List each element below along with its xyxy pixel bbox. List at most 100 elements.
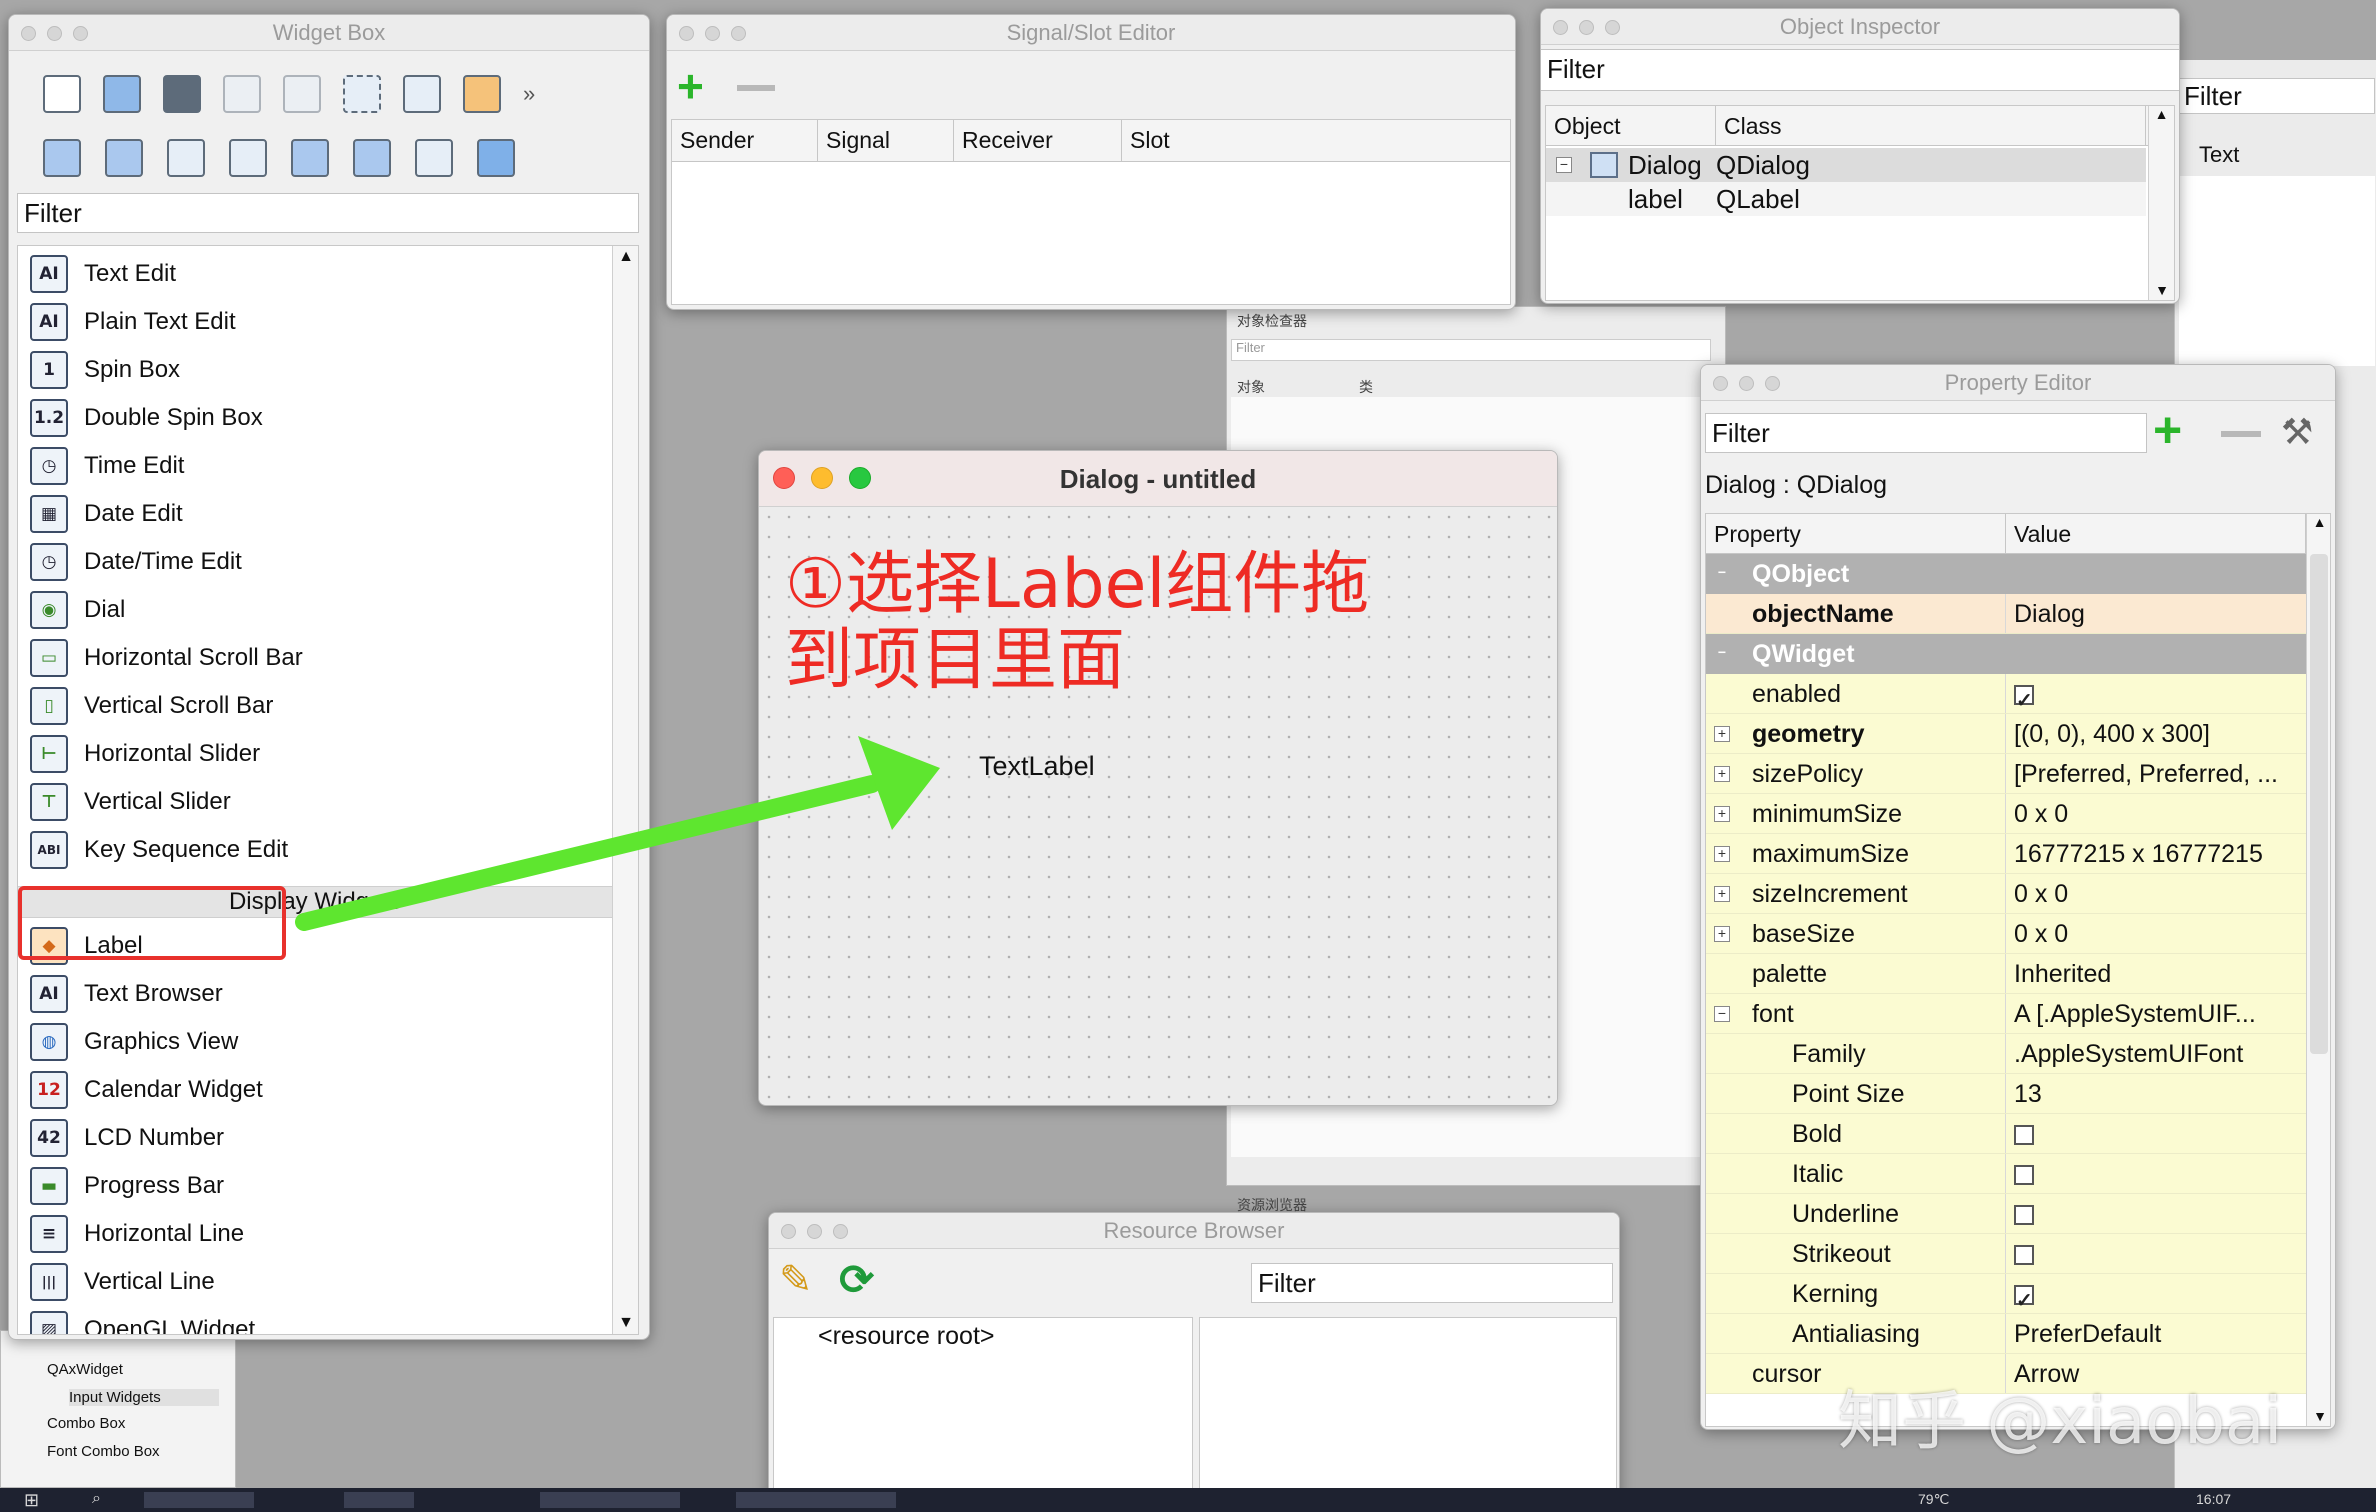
start-icon[interactable]: ⊞ (24, 1490, 39, 1511)
break-layout-icon[interactable] (415, 139, 453, 177)
property-row[interactable]: + maximumSize 16777215 x 16777215 (1706, 834, 2306, 874)
search-icon[interactable]: ⌕ (92, 1490, 101, 1508)
scroll-down-arrow-icon[interactable]: ▼ (2149, 282, 2175, 298)
property-row[interactable]: Point Size 13 (1706, 1074, 2306, 1114)
property-row[interactable]: + geometry [(0, 0), 400 x 300] (1706, 714, 2306, 754)
side-filter[interactable]: Filter (2179, 78, 2375, 114)
property-row[interactable]: Italic (1706, 1154, 2306, 1194)
property-row[interactable]: enabled (1706, 674, 2306, 714)
object-filter-input[interactable]: Filter (1541, 49, 2179, 91)
signal-slot-titlebar[interactable]: Signal/Slot Editor (667, 15, 1515, 51)
list-item[interactable]: QAxWidget (47, 1361, 123, 1378)
widget-item-horizontal-slider[interactable]: ⊢ Horizontal Slider (30, 730, 260, 778)
property-row[interactable]: Antialiasing PreferDefault (1706, 1314, 2306, 1354)
widget-item-text-browser[interactable]: AI Text Browser (30, 970, 223, 1018)
more-icon[interactable]: » (523, 75, 535, 113)
resource-filter-input[interactable]: Filter (1251, 1263, 1613, 1303)
collapse-icon[interactable]: − (1714, 565, 1730, 582)
widget-list-scrollbar[interactable]: ▲ ▼ (612, 246, 638, 1334)
property-row[interactable]: + sizeIncrement 0 x 0 (1706, 874, 2306, 914)
property-value-cell[interactable] (2006, 1234, 2306, 1273)
resource-root-item[interactable]: <resource root> (818, 1322, 995, 1351)
property-row[interactable]: Kerning (1706, 1274, 2306, 1314)
print-icon[interactable] (103, 75, 141, 113)
collapse-icon[interactable]: − (1556, 157, 1572, 173)
widget-item-key-sequence-edit[interactable]: ABI Key Sequence Edit (30, 826, 288, 874)
widget-item-lcd-number[interactable]: 42 LCD Number (30, 1114, 224, 1162)
expand-icon[interactable]: + (1714, 846, 1730, 862)
widget-filter-input[interactable]: Filter (17, 193, 639, 233)
scroll-down-arrow-icon[interactable]: ▼ (613, 1314, 638, 1332)
property-value-cell[interactable]: 0 x 0 (2006, 794, 2306, 833)
scroll-up-arrow-icon[interactable]: ▲ (613, 248, 638, 266)
property-value-cell[interactable]: 0 x 0 (2006, 874, 2306, 913)
object-inspector-titlebar[interactable]: Object Inspector (1541, 9, 2179, 45)
window-controls[interactable] (781, 1224, 848, 1239)
widget-item-date-edit[interactable]: ▦ Date Edit (30, 490, 183, 538)
scroll-thumb[interactable] (2310, 554, 2328, 1054)
property-editor-titlebar[interactable]: Property Editor (1701, 365, 2335, 401)
taskbar-app-icon[interactable] (540, 1492, 680, 1508)
expand-icon[interactable]: + (1714, 926, 1730, 942)
widget-box-titlebar[interactable]: Widget Box (9, 15, 649, 51)
taskbar-app-icon[interactable] (144, 1492, 254, 1508)
column-object[interactable]: Object (1546, 106, 1716, 145)
property-value-cell[interactable]: 16777215 x 16777215 (2006, 834, 2306, 873)
property-checkbox[interactable] (2014, 1281, 2034, 1313)
expand-icon[interactable]: + (1714, 806, 1730, 822)
widget-item-horizontal-line[interactable]: ≡ Horizontal Line (30, 1210, 244, 1258)
property-row[interactable]: Strikeout (1706, 1234, 2306, 1274)
property-value-cell[interactable]: .AppleSystemUIFont (2006, 1034, 2306, 1073)
widget-item-vertical-scroll-bar[interactable]: ▯ Vertical Scroll Bar (30, 682, 273, 730)
widget-item-plain-text-edit[interactable]: AI Plain Text Edit (30, 298, 236, 346)
window-controls[interactable] (1713, 376, 1780, 391)
taskbar-app-icon[interactable] (344, 1492, 414, 1508)
property-row[interactable]: + minimumSize 0 x 0 (1706, 794, 2306, 834)
scroll-down-arrow-icon[interactable]: ▼ (2307, 1408, 2330, 1424)
taskbar-app-icon[interactable] (736, 1492, 896, 1508)
property-row[interactable]: Bold (1706, 1114, 2306, 1154)
window-controls[interactable] (1553, 20, 1620, 35)
splitter-vertical-icon[interactable] (229, 139, 267, 177)
property-row[interactable]: − font A [.AppleSystemUIF... (1706, 994, 2306, 1034)
widget-item-horizontal-scroll-bar[interactable]: ▭ Horizontal Scroll Bar (30, 634, 303, 682)
column-sender[interactable]: Sender (672, 120, 818, 161)
expand-icon[interactable]: + (1714, 726, 1730, 742)
list-item[interactable]: Font Combo Box (47, 1443, 160, 1460)
property-value-cell[interactable] (2006, 674, 2306, 713)
scroll-up-arrow-icon[interactable]: ▲ (2149, 106, 2174, 122)
widget-item-calendar-widget[interactable]: 12 Calendar Widget (30, 1066, 263, 1114)
property-value-cell[interactable]: 0 x 0 (2006, 914, 2306, 953)
edit-resources-pencil-icon[interactable]: ✎ (779, 1257, 813, 1303)
save-icon[interactable] (163, 75, 201, 113)
property-row[interactable]: Underline (1706, 1194, 2306, 1234)
property-table-scrollbar[interactable]: ▲ ▼ (2306, 514, 2330, 1426)
collapse-icon[interactable]: − (1714, 1006, 1730, 1022)
widget-item-opengl-widget[interactable]: ▨ OpenGL Widget (30, 1306, 255, 1334)
layout-form-icon[interactable] (353, 139, 391, 177)
property-row[interactable]: objectName Dialog (1706, 594, 2306, 634)
property-value-cell[interactable] (2006, 1154, 2306, 1193)
layout-horizontal-icon[interactable] (43, 139, 81, 177)
widget-item-date-time-edit[interactable]: ◷ Date/Time Edit (30, 538, 242, 586)
paste-icon[interactable] (283, 75, 321, 113)
column-receiver[interactable]: Receiver (954, 120, 1122, 161)
reload-icon[interactable]: ⟳ (839, 1255, 874, 1304)
copy-icon[interactable] (223, 75, 261, 113)
property-value-cell[interactable]: Dialog (2006, 594, 2306, 633)
property-group-row[interactable]: − QObject (1706, 554, 2306, 594)
widget-item-spin-box[interactable]: 1 Spin Box (30, 346, 180, 394)
expand-icon[interactable]: + (1714, 886, 1730, 902)
object-row-label[interactable]: label QLabel (1546, 182, 2146, 216)
property-checkbox[interactable] (2014, 1125, 2034, 1146)
object-tree-scrollbar[interactable]: ▲ ▼ (2148, 106, 2174, 300)
remove-connection-icon[interactable] (737, 85, 775, 91)
property-row[interactable]: + baseSize 0 x 0 (1706, 914, 2306, 954)
bg-filter[interactable]: Filter (1231, 339, 1711, 361)
window-controls[interactable] (773, 467, 871, 489)
property-row[interactable]: palette Inherited (1706, 954, 2306, 994)
collapse-icon[interactable]: − (1714, 645, 1730, 662)
window-controls[interactable] (21, 26, 88, 41)
column-class[interactable]: Class (1716, 106, 2146, 145)
property-filter-input[interactable]: Filter (1705, 413, 2147, 453)
